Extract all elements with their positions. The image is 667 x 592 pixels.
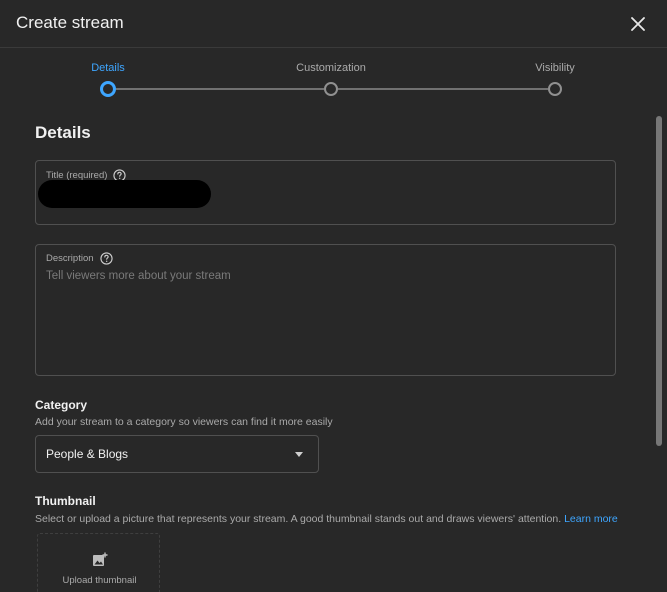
details-heading: Details <box>35 123 91 142</box>
category-selected-value: People & Blogs <box>46 447 129 461</box>
step-visibility-label[interactable]: Visibility <box>535 62 575 74</box>
dropdown-arrow-icon <box>295 452 303 457</box>
thumbnail-heading: Thumbnail <box>35 494 96 508</box>
close-icon <box>631 17 645 31</box>
description-field-label: Description <box>46 253 94 264</box>
title-field[interactable]: Title (required) <box>35 160 616 225</box>
stepper-line <box>338 88 548 90</box>
upload-thumbnail-label: Upload thumbnail <box>62 575 137 586</box>
category-subtitle: Add your stream to a category so viewers… <box>35 416 333 428</box>
close-button[interactable] <box>626 12 650 36</box>
title-value-redacted <box>38 180 211 208</box>
scrollbar-thumb[interactable] <box>656 116 662 446</box>
step-visibility-dot[interactable] <box>548 82 562 96</box>
step-details-dot[interactable] <box>100 81 116 97</box>
upload-thumbnail-button[interactable]: Upload thumbnail <box>37 533 160 592</box>
step-customization-label[interactable]: Customization <box>296 62 366 74</box>
add-photo-icon <box>93 552 108 566</box>
category-select[interactable]: People & Blogs <box>35 435 319 473</box>
category-heading: Category <box>35 398 88 412</box>
description-placeholder: Tell viewers more about your stream <box>46 270 231 282</box>
stepper-line <box>116 88 324 90</box>
dialog-header: Create stream <box>0 0 667 48</box>
help-icon[interactable] <box>99 252 113 265</box>
step-details-label[interactable]: Details <box>91 62 125 74</box>
description-field-label-row: Description <box>46 252 113 265</box>
stepper: Details Customization Visibility <box>0 56 667 102</box>
dialog-title: Create stream <box>16 13 124 32</box>
description-field[interactable]: Description Tell viewers more about your… <box>35 244 616 376</box>
thumbnail-subtitle: Select or upload a picture that represen… <box>35 513 562 525</box>
thumbnail-subtitle-row: Select or upload a picture that represen… <box>35 513 618 525</box>
learn-more-link[interactable]: Learn more <box>564 513 618 525</box>
step-customization-dot[interactable] <box>324 82 338 96</box>
